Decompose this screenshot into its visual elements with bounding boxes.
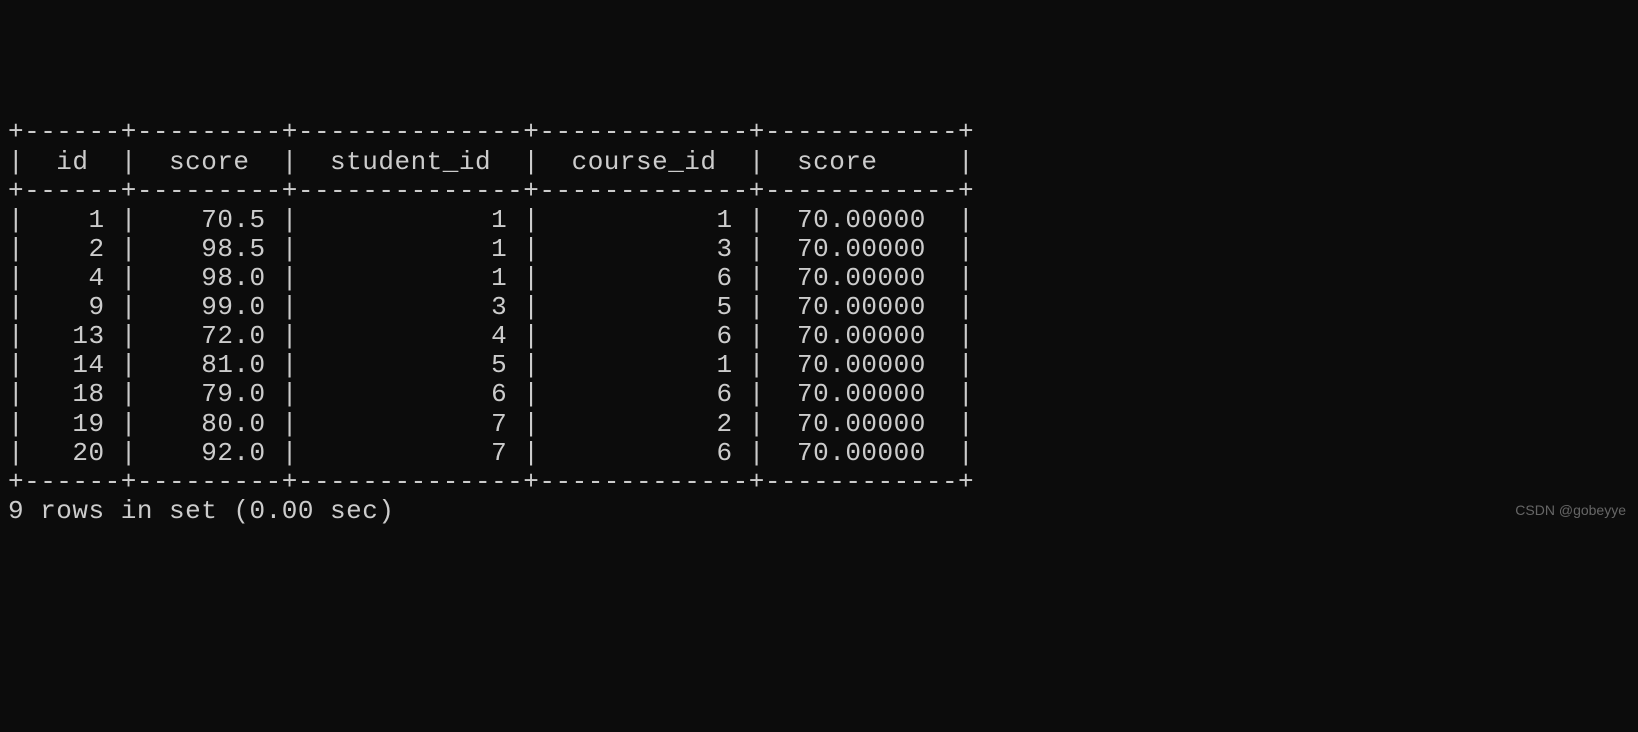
table-row: | 13 | 72.0 | 4 | 6 | 70.00000 |	[8, 321, 974, 351]
table-row: | 18 | 79.0 | 6 | 6 | 70.00000 |	[8, 379, 974, 409]
watermark: CSDN @gobeyye	[1515, 503, 1626, 519]
terminal-output: +------+---------+--------------+-------…	[8, 118, 1630, 526]
table-header-row: | id | score | student_id | course_id | …	[8, 147, 974, 177]
table-row: | 2 | 98.5 | 1 | 3 | 70.00000 |	[8, 234, 974, 264]
table-row: | 1 | 70.5 | 1 | 1 | 70.00000 |	[8, 205, 974, 235]
status-line: 9 rows in set (0.00 sec)	[8, 496, 394, 526]
table-row: | 20 | 92.0 | 7 | 6 | 70.00000 |	[8, 438, 974, 468]
table-border-bottom: +------+---------+--------------+-------…	[8, 467, 974, 497]
table-border-top: +------+---------+--------------+-------…	[8, 117, 974, 147]
table-border-mid: +------+---------+--------------+-------…	[8, 176, 974, 206]
table-row: | 14 | 81.0 | 5 | 1 | 70.00000 |	[8, 350, 974, 380]
table-row: | 4 | 98.0 | 1 | 6 | 70.00000 |	[8, 263, 974, 293]
table-row: | 19 | 80.0 | 7 | 2 | 70.00000 |	[8, 409, 974, 439]
table-row: | 9 | 99.0 | 3 | 5 | 70.00000 |	[8, 292, 974, 322]
